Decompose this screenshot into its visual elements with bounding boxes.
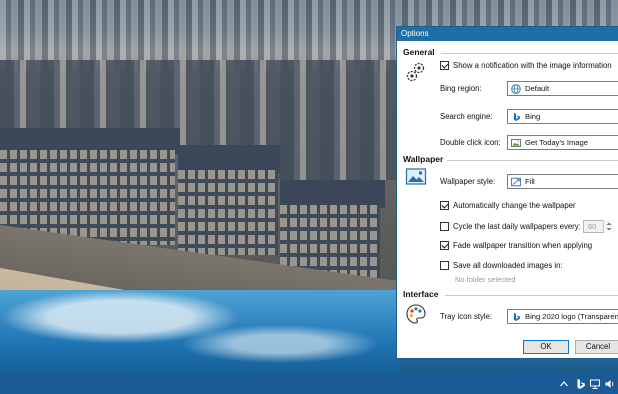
taskbar	[0, 374, 618, 394]
cycle-spinner-buttons[interactable]	[603, 220, 613, 233]
interface-divider	[445, 295, 618, 296]
get-image-icon	[511, 138, 521, 147]
wallpaper-style-dropdown[interactable]: Fill	[507, 174, 618, 189]
ok-button[interactable]: OK	[523, 340, 569, 354]
wallpaper-roof	[178, 145, 280, 173]
window-title[interactable]: Options	[397, 27, 618, 41]
bing-icon[interactable]	[574, 378, 586, 390]
wallpaper-divider	[447, 160, 618, 161]
wallpaper-style-label: Wallpaper style:	[440, 177, 496, 186]
show-notification-row[interactable]: Show a notification with the image infor…	[440, 61, 612, 70]
palette-icon	[406, 304, 426, 324]
bing-icon	[514, 112, 520, 121]
double-click-value: Get Today's Image	[525, 138, 588, 147]
general-heading: General	[403, 47, 435, 57]
auto-change-label: Automatically change the wallpaper	[453, 201, 576, 210]
tray-style-label: Tray icon style:	[440, 312, 493, 321]
gears-icon	[406, 62, 425, 82]
globe-icon	[511, 83, 521, 94]
show-notification-label: Show a notification with the image infor…	[453, 61, 612, 70]
cancel-button[interactable]: Cancel	[575, 340, 618, 354]
search-engine-label: Search engine:	[440, 112, 493, 121]
auto-change-checkbox[interactable]	[440, 201, 449, 210]
picture-icon	[405, 168, 427, 185]
folder-status-text: No folder selected	[455, 275, 516, 284]
tray-style-value: Bing 2020 logo (Transparent)	[525, 312, 618, 321]
bing-region-dropdown[interactable]: Default	[507, 81, 618, 96]
cycle-label: Cycle the last daily wallpapers every:	[453, 222, 581, 231]
cycle-checkbox[interactable]	[440, 222, 449, 231]
wallpaper-heading: Wallpaper	[403, 154, 444, 164]
wallpaper-building	[178, 170, 278, 255]
search-engine-value: Bing	[525, 112, 541, 121]
options-window: Options General Show a notification with…	[396, 26, 618, 359]
bing-region-value: Default	[525, 84, 550, 93]
network-icon[interactable]	[589, 378, 601, 390]
chevron-up-icon[interactable]	[558, 378, 570, 390]
bing-logo-icon	[514, 312, 520, 321]
fade-label: Fade wallpaper transition when applying	[453, 241, 593, 250]
double-click-dropdown[interactable]: Get Today's Image	[507, 135, 618, 150]
wallpaper-style-value: Fill	[525, 177, 535, 186]
wallpaper-roof	[280, 180, 385, 208]
tray-style-dropdown[interactable]: Bing 2020 logo (Transparent)	[507, 309, 618, 324]
volume-icon[interactable]	[604, 378, 616, 390]
spinner-arrows-icon	[606, 222, 612, 231]
auto-change-row[interactable]: Automatically change the wallpaper	[440, 201, 576, 210]
fade-checkbox[interactable]	[440, 241, 449, 250]
save-images-label: Save all downloaded images in:	[453, 261, 563, 270]
show-notification-checkbox[interactable]	[440, 61, 449, 70]
double-click-label: Double click icon:	[440, 138, 501, 147]
search-engine-dropdown[interactable]: Bing	[507, 109, 618, 124]
save-images-row[interactable]: Save all downloaded images in:	[440, 261, 563, 270]
save-images-checkbox[interactable]	[440, 261, 449, 270]
fill-icon	[511, 177, 521, 186]
wallpaper-sea	[0, 290, 400, 374]
bing-region-label: Bing region:	[440, 84, 482, 93]
interface-heading: Interface	[403, 289, 439, 299]
general-divider	[441, 53, 618, 54]
fade-row[interactable]: Fade wallpaper transition when applying	[440, 241, 592, 250]
cycle-row[interactable]: Cycle the last daily wallpapers every:	[440, 222, 581, 231]
